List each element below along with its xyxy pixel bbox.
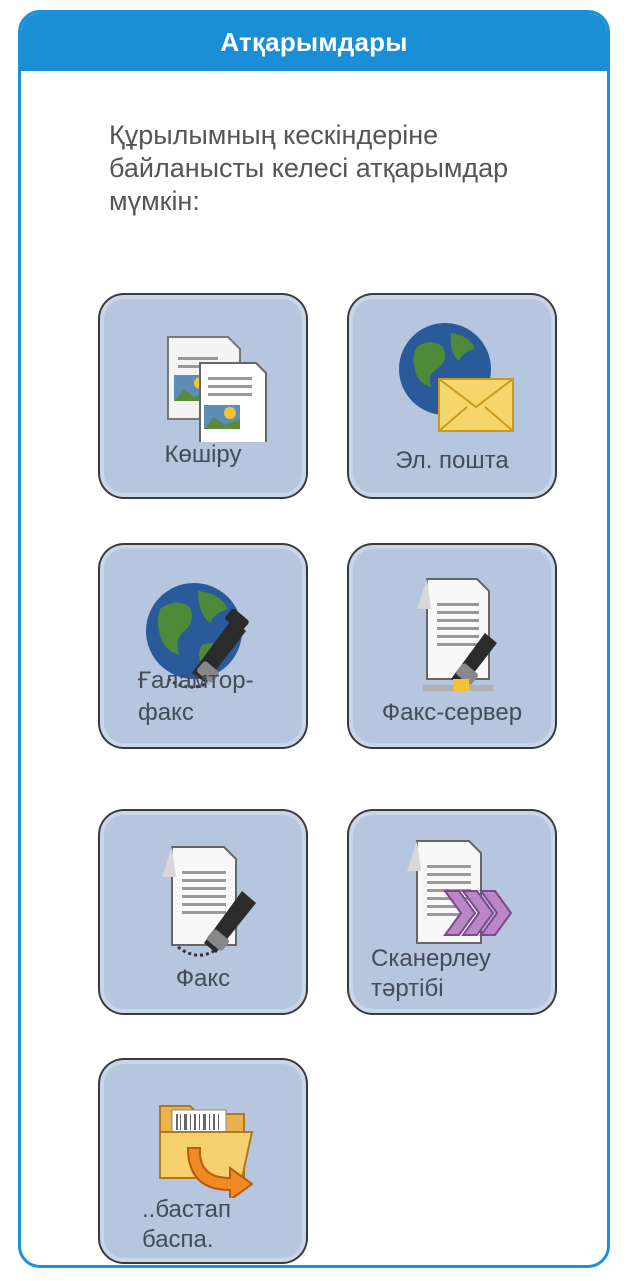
internet-fax-label-line1: Ғаламтор- (138, 667, 254, 694)
scan-workflow-tile[interactable]: Сканерлеу тәртібі (347, 809, 557, 1015)
fax-label: Факс (175, 965, 231, 992)
copy-icon (104, 317, 302, 447)
fax-tile[interactable]: Факс (98, 809, 308, 1015)
copy-tile[interactable]: Көшіру (98, 293, 308, 499)
server-fax-label: Факс-сервер (381, 699, 523, 726)
panel-title: Атқарымдары (220, 26, 408, 57)
copy-label: Көшіру (164, 441, 242, 468)
print-from-label-line1: ..бастап (142, 1196, 231, 1223)
scan-workflow-label-line2: тәртібі (371, 975, 444, 1002)
functions-panel: Атқарымдары Құрылымның кескіндеріне байл… (18, 10, 610, 1268)
server-fax-icon (353, 569, 551, 699)
server-fax-tile[interactable]: Факс-сервер (347, 543, 557, 749)
email-label: Эл. пошта (395, 447, 509, 474)
print-from-folder-tile[interactable]: ..бастап баспа. (98, 1058, 308, 1264)
email-tile[interactable]: Эл. пошта (347, 293, 557, 499)
print-from-label-line2: баспа. (142, 1226, 214, 1253)
intro-text: Құрылымның кескіндеріне байланысты келес… (109, 120, 509, 216)
panel-header: Атқарымдары (21, 13, 607, 71)
fax-icon (104, 837, 302, 967)
internet-fax-label-line2: факс (138, 699, 194, 726)
internet-fax-tile[interactable]: Ғаламтор- факс (98, 543, 308, 749)
email-icon (353, 317, 551, 447)
scan-workflow-label-line1: Сканерлеу (371, 945, 491, 972)
